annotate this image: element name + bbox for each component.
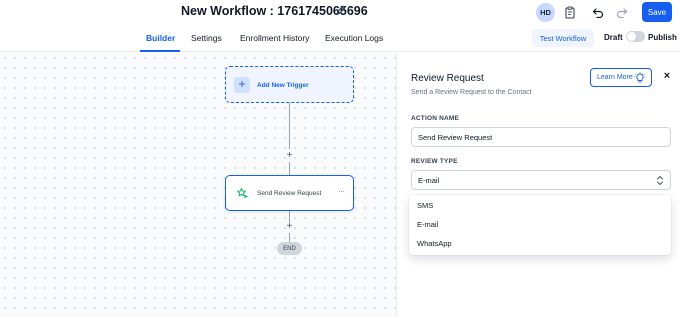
plus-icon: + bbox=[234, 77, 250, 93]
publish-label: Publish bbox=[648, 33, 677, 42]
edit-pencil-icon[interactable] bbox=[335, 4, 347, 16]
tab-builder[interactable]: Builder bbox=[146, 33, 175, 43]
tab-execution-logs[interactable]: Execution Logs bbox=[325, 33, 383, 43]
option-whatsapp[interactable]: WhatsApp bbox=[417, 239, 452, 248]
review-type-dropdown: SMS E-mail WhatsApp bbox=[409, 195, 671, 255]
add-trigger-label: Add New Trigger bbox=[257, 82, 309, 89]
undo-icon bbox=[592, 8, 604, 18]
user-avatar[interactable]: HD bbox=[536, 3, 555, 22]
end-node: END bbox=[277, 242, 302, 255]
tab-enrollment-history[interactable]: Enrollment History bbox=[240, 33, 309, 43]
add-step-plus-icon[interactable]: + bbox=[285, 222, 294, 232]
action-settings-panel: Review Request Send a Review Request to … bbox=[396, 53, 680, 317]
star-send-icon bbox=[237, 188, 248, 199]
panel-title: Review Request bbox=[411, 73, 484, 84]
learn-more-button[interactable]: Learn More bbox=[590, 68, 652, 87]
add-step-plus-icon[interactable]: + bbox=[285, 151, 294, 161]
workflow-canvas[interactable]: + Add New Trigger + Send Review Request … bbox=[0, 53, 396, 317]
notes-button[interactable] bbox=[561, 3, 579, 21]
draft-label: Draft bbox=[604, 33, 623, 42]
option-email[interactable]: E-mail bbox=[417, 220, 438, 229]
action-name-input[interactable]: Send Review Request bbox=[411, 127, 671, 147]
chevron-up-down-icon bbox=[657, 176, 663, 185]
undo-button[interactable] bbox=[589, 3, 607, 21]
clipboard-icon bbox=[565, 6, 575, 19]
save-button[interactable]: Save bbox=[642, 2, 672, 22]
top-header: New Workflow : 1761745065696 HD Save bbox=[0, 0, 680, 24]
review-type-select[interactable]: E-mail bbox=[411, 170, 671, 190]
more-options-icon[interactable]: ··· bbox=[338, 187, 345, 196]
review-type-label: REVIEW TYPE bbox=[411, 158, 458, 165]
test-workflow-button[interactable]: Test Workflow bbox=[532, 29, 594, 47]
connector-line bbox=[289, 103, 290, 149]
option-sms[interactable]: SMS bbox=[417, 201, 433, 210]
tab-settings[interactable]: Settings bbox=[191, 33, 222, 43]
action-name-label: ACTION NAME bbox=[411, 115, 460, 122]
action-node-label: Send Review Request bbox=[257, 190, 322, 197]
close-icon[interactable]: × bbox=[661, 70, 673, 82]
toggle-knob bbox=[627, 32, 636, 41]
review-type-value: E-mail bbox=[418, 176, 440, 185]
redo-button[interactable] bbox=[613, 3, 631, 21]
panel-subtitle: Send a Review Request to the Contact bbox=[411, 89, 532, 96]
lightbulb-icon bbox=[634, 72, 646, 83]
publish-toggle[interactable] bbox=[626, 31, 645, 42]
learn-more-label: Learn More bbox=[597, 74, 633, 81]
action-node-send-review-request[interactable]: Send Review Request ··· bbox=[225, 175, 354, 211]
add-trigger-node[interactable]: + Add New Trigger bbox=[225, 66, 354, 103]
redo-icon bbox=[616, 8, 628, 18]
active-tab-indicator bbox=[140, 50, 180, 52]
connector-line bbox=[289, 233, 290, 242]
connector-line bbox=[289, 162, 290, 175]
tabs-bar: Builder Settings Enrollment History Exec… bbox=[0, 25, 680, 52]
